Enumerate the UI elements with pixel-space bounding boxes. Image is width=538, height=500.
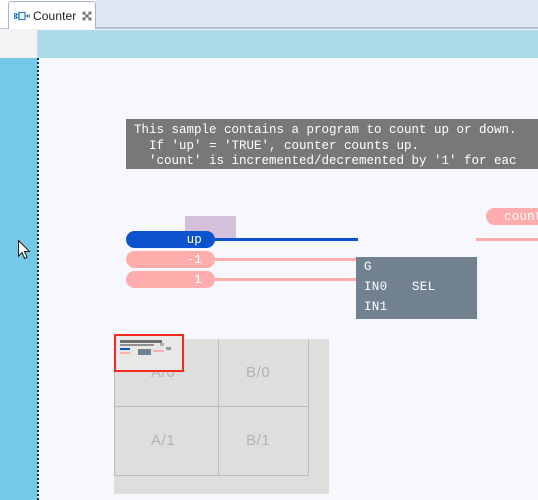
horizontal-page-band	[38, 30, 538, 58]
fb-port-in0: IN0	[364, 280, 388, 294]
wire-minus1-to-in0	[206, 258, 358, 261]
fb-name-label: SEL	[412, 280, 436, 294]
input-pill-minus1[interactable]: -1	[126, 251, 215, 268]
editor-tab-bar: Counter	[0, 0, 538, 29]
input-pill-up[interactable]: up	[126, 231, 215, 248]
thumb-comment-bar-2	[120, 344, 154, 346]
comment-block[interactable]: This sample contains a program to count …	[126, 119, 538, 169]
wire-up-to-g	[206, 238, 358, 241]
grid-line-h2	[114, 475, 309, 476]
comment-line-2: If 'up' = 'TRUE', counter counts up.	[134, 138, 420, 153]
grid-line-h1	[114, 406, 309, 407]
comment-line-3: 'count' is incremented/decremented by '1…	[134, 154, 517, 168]
wire-block-to-count	[476, 238, 538, 241]
tab-label: Counter	[33, 8, 77, 23]
thumb-output-pill	[166, 347, 171, 350]
thumb-comment-bar	[120, 340, 162, 343]
output-pill-count[interactable]: count	[486, 208, 538, 225]
page-break-line	[37, 58, 39, 500]
input-pill-1[interactable]: 1	[126, 271, 215, 288]
function-block-diagram-icon	[14, 8, 30, 24]
input-pill-minus1-label: -1	[186, 252, 202, 267]
input-pill-1-label: 1	[194, 272, 202, 287]
grid-cell-b1: B/1	[246, 432, 271, 449]
thumb-annotation	[160, 343, 164, 346]
grid-line-v2	[308, 339, 309, 476]
page-thumbnail-selected[interactable]	[114, 334, 184, 372]
grid-line-v1	[218, 339, 219, 476]
editor-corner-gutter	[0, 29, 38, 58]
close-icon[interactable]	[80, 9, 94, 23]
thumb-wire-blue	[120, 348, 130, 350]
comment-line-1: This sample contains a program to count …	[134, 123, 517, 137]
application-window: Counter This sample contains a program t…	[0, 0, 538, 500]
output-pill-count-label: count	[504, 209, 538, 224]
thumb-wire-out	[153, 350, 164, 352]
function-block-sel[interactable]: G IN0 IN1 SEL	[356, 257, 477, 319]
grid-cell-a1: A/1	[151, 432, 176, 449]
wire-1-to-in1	[206, 278, 358, 281]
vertical-page-band	[0, 58, 38, 500]
tab-bar-empty-area	[96, 0, 538, 28]
thumb-wire-pink	[120, 352, 130, 354]
thumb-function-block	[138, 349, 151, 355]
fbd-editor-canvas[interactable]: This sample contains a program to count …	[0, 29, 538, 500]
tab-counter[interactable]: Counter	[8, 1, 96, 29]
fb-port-in1: IN1	[364, 300, 388, 314]
grid-cell-b0: B/0	[246, 364, 271, 381]
fb-port-g: G	[364, 260, 372, 274]
input-pill-up-label: up	[186, 232, 202, 247]
